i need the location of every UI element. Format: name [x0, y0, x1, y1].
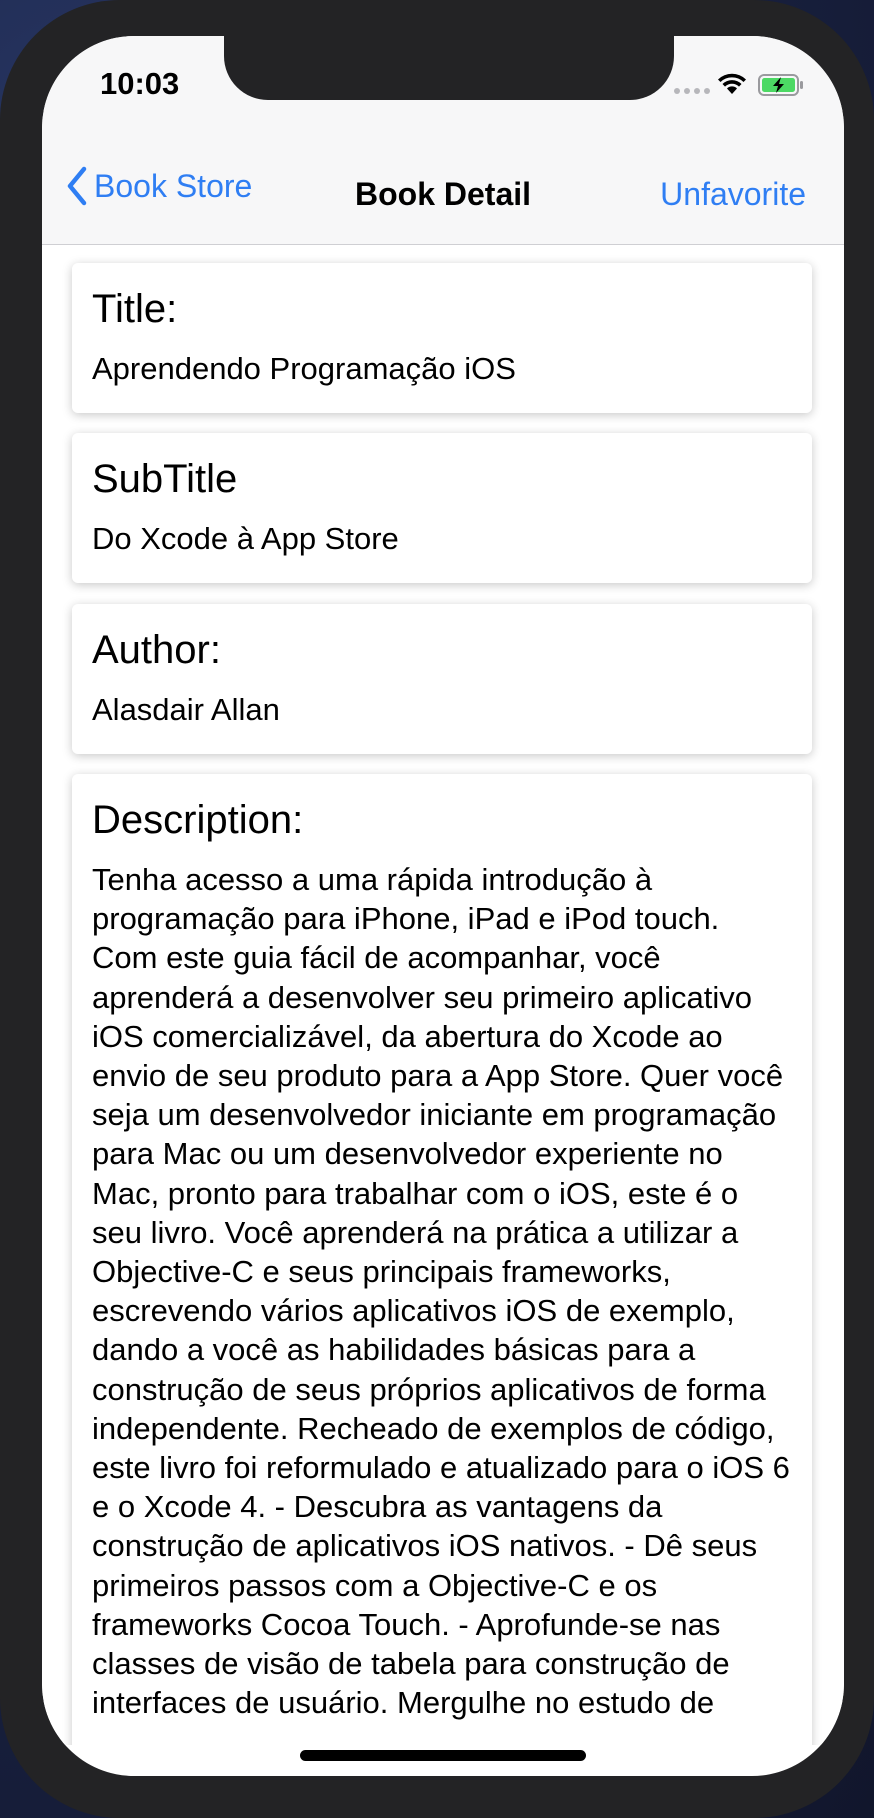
- subtitle-card: SubTitle Do Xcode à App Store: [72, 433, 812, 583]
- subtitle-value: Do Xcode à App Store: [92, 521, 399, 556]
- author-card: Author: Alasdair Allan: [72, 604, 812, 754]
- screen: 10:03 Book Store Book Detail Unfavorite …: [42, 36, 844, 1776]
- unfavorite-button[interactable]: Unfavorite: [660, 176, 806, 213]
- navigation-bar: Book Store Book Detail Unfavorite: [42, 148, 844, 245]
- signal-icon: [674, 88, 710, 94]
- description-value: Tenha acesso a uma rápida introdução à p…: [92, 862, 790, 1721]
- home-indicator[interactable]: [300, 1750, 586, 1761]
- title-label: Title:: [92, 287, 178, 331]
- description-label: Description:: [92, 798, 304, 842]
- detail-scroll-view[interactable]: Title: Aprendendo Programação iOS SubTit…: [42, 245, 844, 1745]
- wifi-icon: [716, 72, 748, 101]
- author-label: Author:: [92, 628, 221, 672]
- subtitle-label: SubTitle: [92, 457, 238, 501]
- phone-frame: 10:03 Book Store Book Detail Unfavorite …: [0, 0, 874, 1818]
- battery-charging-icon: [758, 74, 804, 101]
- description-card: Description: Tenha acesso a uma rápida i…: [72, 774, 812, 1745]
- title-value: Aprendendo Programação iOS: [92, 351, 516, 386]
- notch: [224, 36, 674, 100]
- title-card: Title: Aprendendo Programação iOS: [72, 263, 812, 413]
- status-time: 10:03: [100, 66, 180, 101]
- author-value: Alasdair Allan: [92, 692, 280, 727]
